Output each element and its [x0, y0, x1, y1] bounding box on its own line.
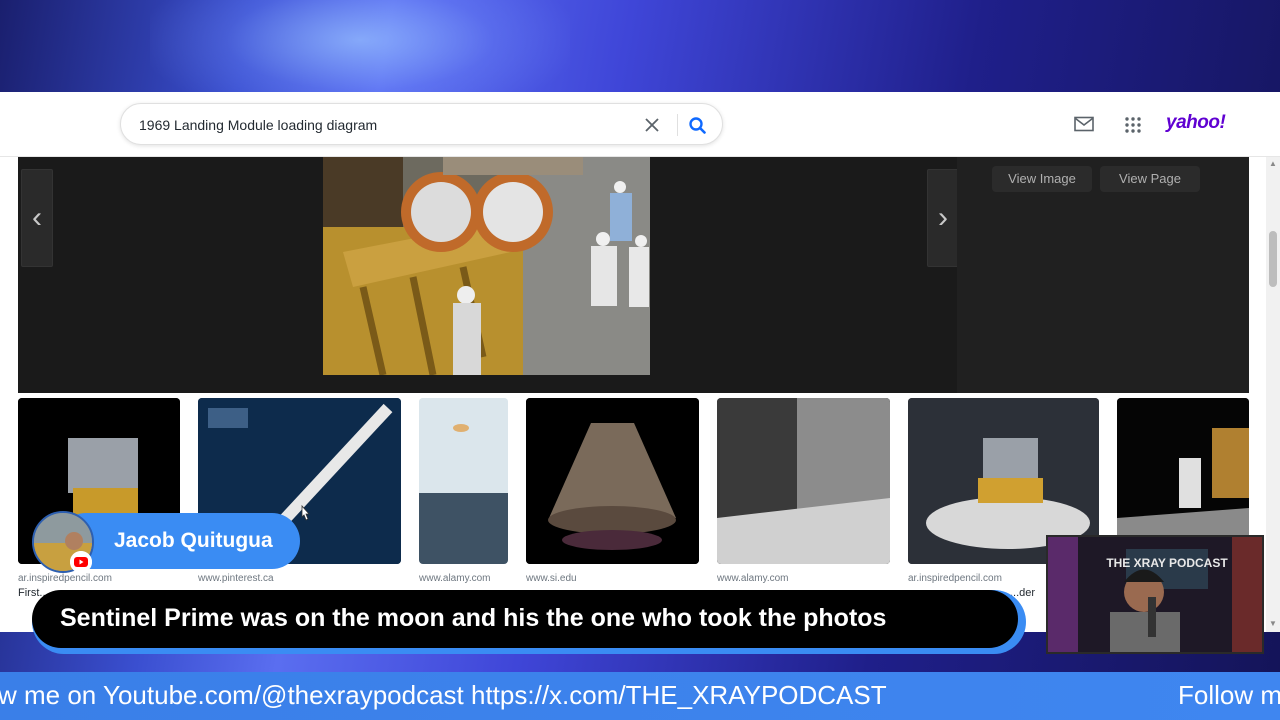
streamer-name: Jacob Quitugua — [114, 529, 273, 552]
thumbnail-source[interactable]: ar.inspiredpencil.com — [18, 573, 112, 584]
caption-banner-inner: Sentinel Prime was on the moon and his t… — [32, 590, 1018, 648]
thumbnail-splashdown[interactable] — [419, 398, 508, 564]
ticker-banner: w me on Youtube.com/@thexraypodcast http… — [0, 672, 1280, 720]
splashdown-image — [419, 398, 508, 564]
youtube-badge — [70, 551, 92, 573]
search-icon — [689, 117, 706, 134]
scrollbar-thumb[interactable] — [1269, 231, 1277, 287]
close-icon — [645, 118, 659, 132]
thumbnail-source[interactable]: www.si.edu — [526, 573, 577, 584]
search-input[interactable] — [139, 114, 619, 136]
youtube-icon — [70, 551, 92, 573]
lunar-module-assembly-photo — [323, 157, 650, 375]
scroll-up-icon[interactable]: ▲ — [1268, 159, 1278, 169]
webcam-image: THE XRAY PODCAST — [1048, 537, 1262, 652]
thumbnail-command-module[interactable] — [526, 398, 699, 564]
caption-text: Sentinel Prime was on the moon and his t… — [60, 604, 887, 632]
webcam-feed: THE XRAY PODCAST — [1046, 535, 1264, 654]
previous-image-button[interactable]: ‹ — [21, 169, 53, 267]
image-details-panel: View Image View Page — [957, 157, 1249, 393]
thumbnail-source[interactable]: www.alamy.com — [419, 573, 491, 584]
apps-grid-icon[interactable] — [1124, 116, 1142, 134]
thumbnail-source[interactable]: www.pinterest.ca — [198, 573, 274, 584]
mouse-cursor-icon — [301, 504, 310, 521]
selected-image[interactable] — [323, 157, 650, 375]
thumbnail-source[interactable]: www.alamy.com — [717, 573, 789, 584]
ticker-text-main: w me on Youtube.com/@thexraypodcast http… — [0, 680, 887, 710]
next-image-button[interactable]: › — [927, 169, 959, 267]
search-header: yahoo! — [0, 92, 1280, 157]
search-box[interactable] — [120, 103, 723, 145]
caption-banner: Sentinel Prime was on the moon and his t… — [32, 590, 1026, 654]
thumbnail-moon-surface[interactable] — [717, 398, 890, 564]
scroll-down-icon[interactable]: ▼ — [1268, 619, 1278, 629]
mail-icon[interactable] — [1074, 116, 1094, 132]
ticker-text-repeat: Follow m — [1178, 680, 1280, 710]
chevron-right-icon: › — [938, 201, 948, 234]
page-scrollbar[interactable]: ▲ ▼ — [1266, 157, 1280, 632]
moon-surface-image — [717, 398, 890, 564]
clear-search-button[interactable] — [639, 112, 665, 138]
thumbnail-source[interactable]: ar.inspiredpencil.com — [908, 573, 1002, 584]
streamer-name-pill: Jacob Quitugua — [58, 513, 300, 569]
search-button[interactable] — [685, 113, 711, 139]
image-viewer: ‹ › View Image View Page — [18, 157, 1249, 393]
yahoo-logo[interactable]: yahoo! — [1166, 112, 1226, 134]
webcam-sign: THE XRAY PODCAST — [1106, 556, 1228, 570]
view-page-button[interactable]: View Page — [1100, 166, 1200, 192]
command-module-image — [526, 398, 699, 564]
chevron-left-icon: ‹ — [32, 201, 42, 234]
view-image-button[interactable]: View Image — [992, 166, 1092, 192]
search-divider — [677, 114, 678, 136]
